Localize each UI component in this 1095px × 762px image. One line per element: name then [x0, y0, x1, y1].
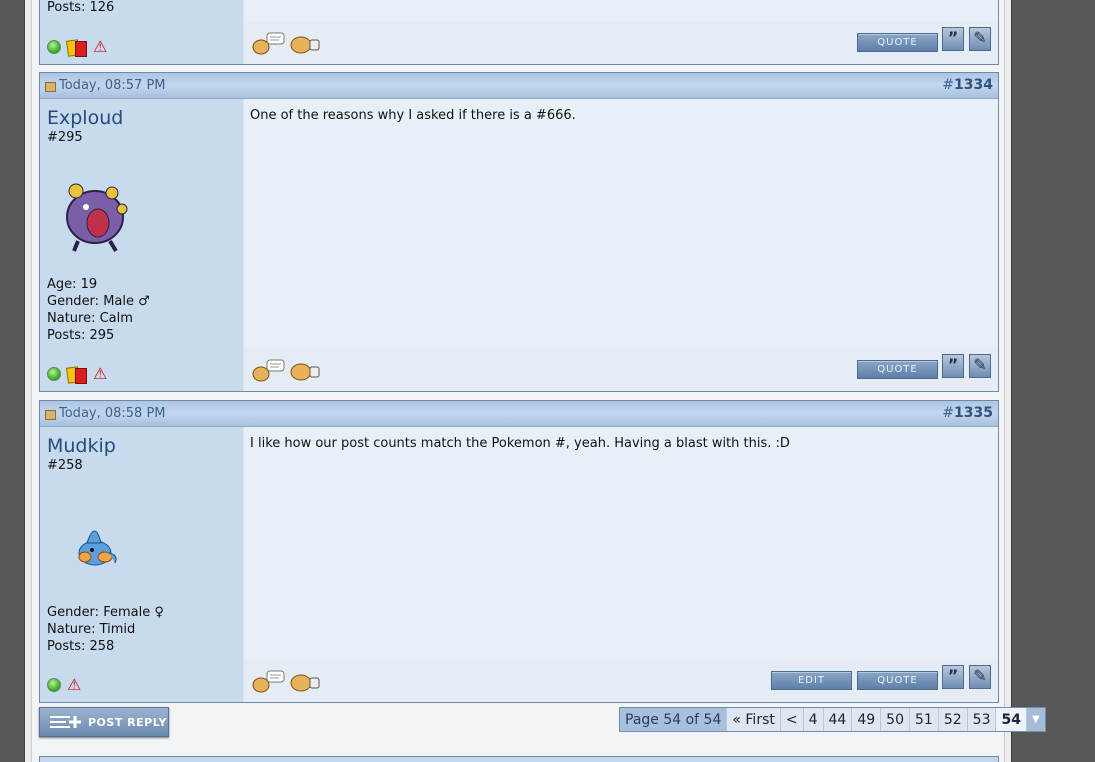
online-status-icon	[47, 367, 61, 381]
post-footer: ⚠ QUOTE ” ✎	[40, 22, 998, 64]
post-actions: QUOTE ” ✎	[244, 22, 998, 64]
page-link-53[interactable]: 53	[966, 708, 996, 731]
user-status-icons: ⚠	[40, 22, 244, 64]
post-actions: EDIT QUOTE ” ✎	[244, 660, 998, 702]
page-link-4[interactable]: 4	[802, 708, 823, 731]
user-posts: Posts: 126	[47, 0, 115, 15]
thumbs-sprite-icon[interactable]	[288, 357, 324, 383]
multiquote-button[interactable]: ”	[942, 665, 964, 689]
thumbs-sprite-icon[interactable]	[288, 668, 324, 694]
chat-sprite-icon[interactable]	[250, 668, 286, 694]
user-nature: Nature: Timid	[47, 622, 136, 637]
post-1335: Today, 08:58 PM #1335 Mudkip #258 Gender…	[39, 400, 999, 703]
post-message: I like how our post counts match the Pok…	[250, 436, 790, 451]
page-link-50[interactable]: 50	[880, 708, 909, 731]
online-status-icon	[47, 678, 61, 692]
exploud-avatar	[66, 183, 128, 253]
user-posts: Posts: 295	[47, 328, 115, 343]
post-content	[244, 0, 998, 22]
post-date: Today, 08:57 PM	[45, 78, 166, 93]
post-date-text: Today, 08:58 PM	[59, 406, 166, 421]
online-status-icon	[47, 40, 61, 54]
page-first-link[interactable]: « First	[726, 708, 779, 731]
user-gender: Gender: Female ♀	[47, 605, 164, 620]
post-footer: ⚠ EDIT QUOTE ” ✎	[40, 660, 998, 702]
next-section-edge	[39, 756, 999, 762]
user-age: Age: 19	[47, 277, 98, 292]
post-footer: ⚠ QUOTE ” ✎	[40, 349, 998, 391]
post-icon	[45, 409, 56, 420]
user-column: Exploud #295 Age: 19 Gender: Male ♂ Natu…	[40, 99, 244, 349]
post-date-text: Today, 08:57 PM	[59, 78, 166, 93]
multiquote-button[interactable]: ”	[942, 27, 964, 51]
page-link-51[interactable]: 51	[909, 708, 938, 731]
quote-button[interactable]: QUOTE	[857, 33, 938, 52]
page-prev-link[interactable]: <	[779, 708, 803, 731]
post-content: I like how our post counts match the Pok…	[244, 427, 998, 660]
quick-reply-button[interactable]: ✎	[969, 27, 991, 51]
user-posts: Posts: 258	[47, 639, 115, 654]
username[interactable]: Mudkip	[47, 435, 236, 457]
post-date: Today, 08:58 PM	[45, 406, 166, 421]
user-dex-number: #295	[47, 130, 83, 145]
post-message: One of the reasons why I asked if there …	[250, 108, 576, 123]
quick-reply-button[interactable]: ✎	[969, 665, 991, 689]
user-status-icons: ⚠	[40, 660, 244, 702]
user-gender: Gender: Male ♂	[47, 294, 150, 309]
user-stats: Age: 19 Gender: Male ♂ Nature: Calm Post…	[47, 276, 150, 344]
pagination: Page 54 of 54 « First < 4 44 49 50 51 52…	[619, 707, 1046, 732]
infraction-cards-icon[interactable]	[67, 40, 87, 57]
mudkip-avatar	[78, 530, 117, 566]
user-dex-number: #258	[47, 458, 83, 473]
edit-button[interactable]: EDIT	[771, 671, 852, 690]
post-reply-button[interactable]: POST REPLY	[39, 707, 169, 737]
post-number[interactable]: #1334	[942, 77, 993, 93]
post-previous: Posts: 126 ⚠ QUOTE ” ✎	[39, 0, 999, 65]
user-status-icons: ⚠	[40, 349, 244, 391]
post-icon	[45, 81, 56, 92]
post-header: Today, 08:58 PM #1335	[40, 401, 998, 427]
quote-button[interactable]: QUOTE	[857, 360, 938, 379]
infraction-cards-icon[interactable]	[67, 367, 87, 384]
post-reply-label: POST REPLY	[88, 715, 167, 729]
user-stats: Gender: Female ♀ Nature: Timid Posts: 25…	[47, 604, 164, 655]
page-link-44[interactable]: 44	[822, 708, 852, 731]
quote-button[interactable]: QUOTE	[857, 671, 938, 690]
page-jump-dropdown-icon[interactable]: ▼	[1025, 708, 1045, 731]
post-header: Today, 08:57 PM #1334	[40, 73, 998, 99]
post-reply-icon	[50, 716, 81, 728]
username[interactable]: Exploud	[47, 107, 236, 129]
report-icon[interactable]: ⚠	[93, 39, 107, 55]
chat-sprite-icon[interactable]	[250, 30, 286, 56]
post-number[interactable]: #1335	[942, 405, 993, 421]
multiquote-button[interactable]: ”	[942, 354, 964, 378]
post-actions: QUOTE ” ✎	[244, 349, 998, 391]
thumbs-sprite-icon[interactable]	[288, 30, 324, 56]
quick-reply-button[interactable]: ✎	[969, 354, 991, 378]
user-nature: Nature: Calm	[47, 311, 133, 326]
post-1334: Today, 08:57 PM #1334 Exploud #295 Age: …	[39, 72, 999, 392]
report-icon[interactable]: ⚠	[93, 366, 107, 382]
page-current: 54	[995, 708, 1026, 731]
page-label: Page 54 of 54	[620, 708, 727, 731]
post-content: One of the reasons why I asked if there …	[244, 99, 998, 349]
user-column: Posts: 126	[40, 0, 244, 22]
page-link-52[interactable]: 52	[937, 708, 967, 731]
page-link-49[interactable]: 49	[851, 708, 880, 731]
report-icon[interactable]: ⚠	[67, 677, 81, 693]
user-column: Mudkip #258 Gender: Female ♀ Nature: Tim…	[40, 427, 244, 660]
chat-sprite-icon[interactable]	[250, 357, 286, 383]
